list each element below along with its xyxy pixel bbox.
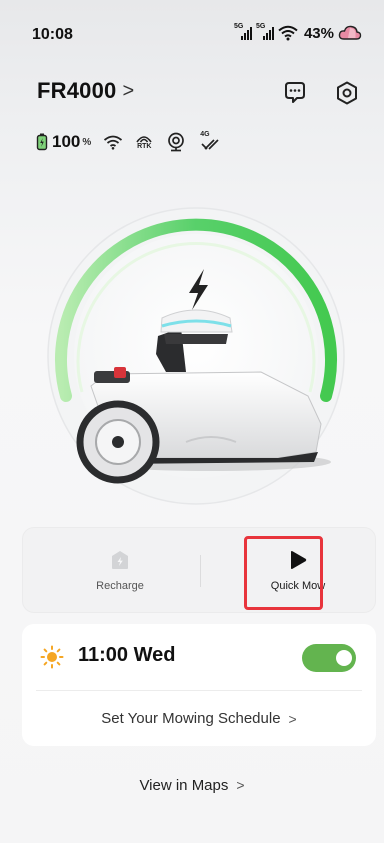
- device-status-row: 100 % RTK 4G: [36, 131, 221, 152]
- mower-home-screen: 10:08 5G 5G 43% FR4000 > 100 % RTK 4G Re…: [0, 0, 384, 843]
- wifi-icon: [104, 135, 123, 150]
- chevron-right-icon: >: [288, 710, 297, 727]
- recharge-label: Recharge: [96, 580, 144, 592]
- view-in-maps-link[interactable]: View in Maps >: [0, 770, 384, 800]
- play-icon: [291, 551, 307, 569]
- settings-button[interactable]: [334, 80, 360, 106]
- phone-battery-percent: 43%: [303, 24, 334, 42]
- toggle-knob: [336, 650, 352, 666]
- schedule-time: 11:00 Wed: [78, 644, 176, 666]
- signal-icon: 5G: [234, 23, 252, 41]
- home-charge-icon: [112, 551, 128, 569]
- gps-icon: [168, 132, 185, 152]
- clock-time: 10:08: [32, 26, 73, 43]
- wifi-icon: [278, 25, 298, 41]
- settings-icon: [337, 81, 357, 105]
- mower-hero: [46, 206, 346, 506]
- cloud-icon: [338, 25, 362, 40]
- rtk-label: RTK: [137, 143, 152, 150]
- message-button[interactable]: [282, 80, 308, 106]
- device-battery-value: 100: [52, 132, 81, 151]
- chevron-right-icon: >: [236, 777, 245, 793]
- status-icons: 5G 5G 43%: [234, 23, 362, 42]
- action-divider: [200, 555, 201, 587]
- charging-ring: [47, 207, 345, 505]
- message-icon: [285, 82, 305, 103]
- action-card: Recharge Quick Mow: [22, 527, 376, 613]
- rtk-icon: RTK: [135, 134, 153, 150]
- battery-icon: [36, 133, 48, 151]
- signal-icon: 5G: [256, 23, 274, 41]
- status-bar: 10:08 5G 5G 43%: [0, 0, 384, 70]
- schedule-card: 11:00 Wed Set Your Mowing Schedule >: [22, 624, 376, 746]
- chevron-right-icon: >: [122, 79, 135, 102]
- set-schedule-link[interactable]: Set Your Mowing Schedule >: [22, 691, 376, 746]
- sun-icon: [40, 645, 64, 669]
- schedule-toggle[interactable]: [302, 644, 356, 672]
- schedule-row[interactable]: 11:00 Wed: [22, 624, 376, 690]
- device-selector[interactable]: FR4000 >: [37, 78, 134, 104]
- recharge-button[interactable]: Recharge: [65, 528, 175, 614]
- quick-mow-button[interactable]: Quick Mow: [245, 528, 351, 614]
- device-battery-unit: %: [82, 136, 92, 148]
- set-schedule-label: Set Your Mowing Schedule: [101, 710, 281, 727]
- device-name: FR4000: [37, 78, 117, 103]
- view-in-maps-label: View in Maps: [139, 776, 229, 794]
- cellular-icon: 4G: [199, 131, 221, 152]
- quick-mow-label: Quick Mow: [270, 580, 326, 592]
- device-battery: 100 %: [36, 132, 91, 152]
